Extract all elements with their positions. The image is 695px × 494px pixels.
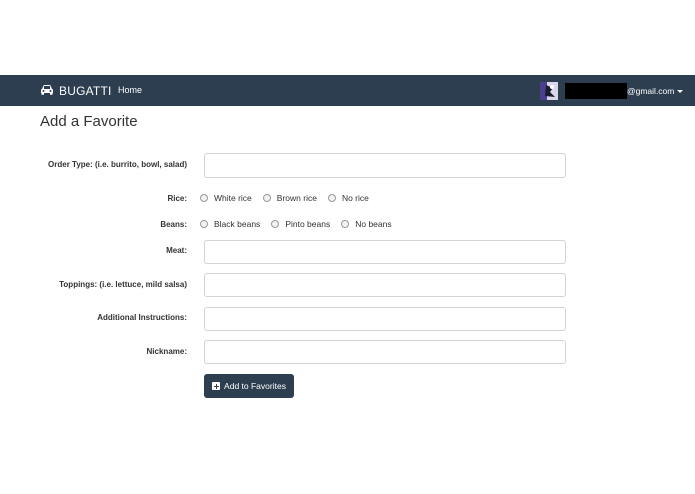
radio-icon[interactable] (271, 220, 280, 228)
nickname-label: Nickname: (146, 347, 187, 356)
radio-label: Brown rice (276, 193, 317, 203)
rice-option-none[interactable]: No rice (327, 193, 369, 203)
caret-down-icon (677, 89, 684, 93)
toppings-input[interactable] (204, 273, 566, 297)
beans-label: Beans: (160, 220, 187, 229)
order-type-label: Order Type: (i.e. burrito, bowl, salad) (48, 160, 187, 169)
rice-option-brown[interactable]: Brown rice (262, 193, 317, 203)
radio-icon[interactable] (262, 194, 271, 202)
radio-icon[interactable] (200, 194, 208, 202)
rice-radio-group: White rice Brown rice No rice (200, 193, 380, 203)
radio-label: No beans (355, 219, 392, 229)
brand-link[interactable]: BUGATTI (40, 75, 112, 106)
toppings-label: Toppings: (i.e. lettuce, mild salsa) (59, 280, 187, 289)
user-menu[interactable]: @gmail.com (565, 83, 684, 99)
radio-label: Black beans (214, 219, 261, 229)
radio-label: Pinto beans (285, 219, 331, 229)
radio-label: White rice (214, 193, 252, 203)
instructions-label: Additional Instructions: (97, 313, 187, 322)
brand-name: BUGATTI (59, 83, 112, 98)
order-type-input[interactable] (204, 153, 566, 178)
nickname-input[interactable] (204, 340, 566, 364)
redacted-email (565, 83, 627, 99)
instructions-input[interactable] (204, 307, 566, 331)
radio-icon[interactable] (341, 220, 350, 228)
meat-label: Meat: (166, 246, 187, 255)
beans-option-black[interactable]: Black beans (200, 219, 260, 229)
beans-option-pinto[interactable]: Pinto beans (271, 219, 330, 229)
beans-option-none[interactable]: No beans (341, 219, 392, 229)
page-title: Add a Favorite (40, 113, 138, 130)
meat-input[interactable] (204, 240, 566, 264)
rice-option-white[interactable]: White rice (200, 193, 252, 203)
nav-home-link[interactable]: Home (118, 75, 142, 106)
radio-icon[interactable] (200, 220, 208, 228)
beans-radio-group: Black beans Pinto beans No beans (200, 219, 403, 229)
email-suffix: @gmail.com (627, 86, 675, 96)
car-icon (40, 82, 54, 100)
submit-label: Add to Favorites (224, 381, 286, 391)
radio-label: No rice (341, 193, 369, 203)
add-to-favorites-button[interactable]: Add to Favorites (204, 374, 294, 398)
plus-square-icon (212, 382, 221, 390)
rice-label: Rice: (167, 194, 187, 203)
avatar[interactable] (540, 82, 558, 100)
radio-icon[interactable] (327, 194, 336, 202)
